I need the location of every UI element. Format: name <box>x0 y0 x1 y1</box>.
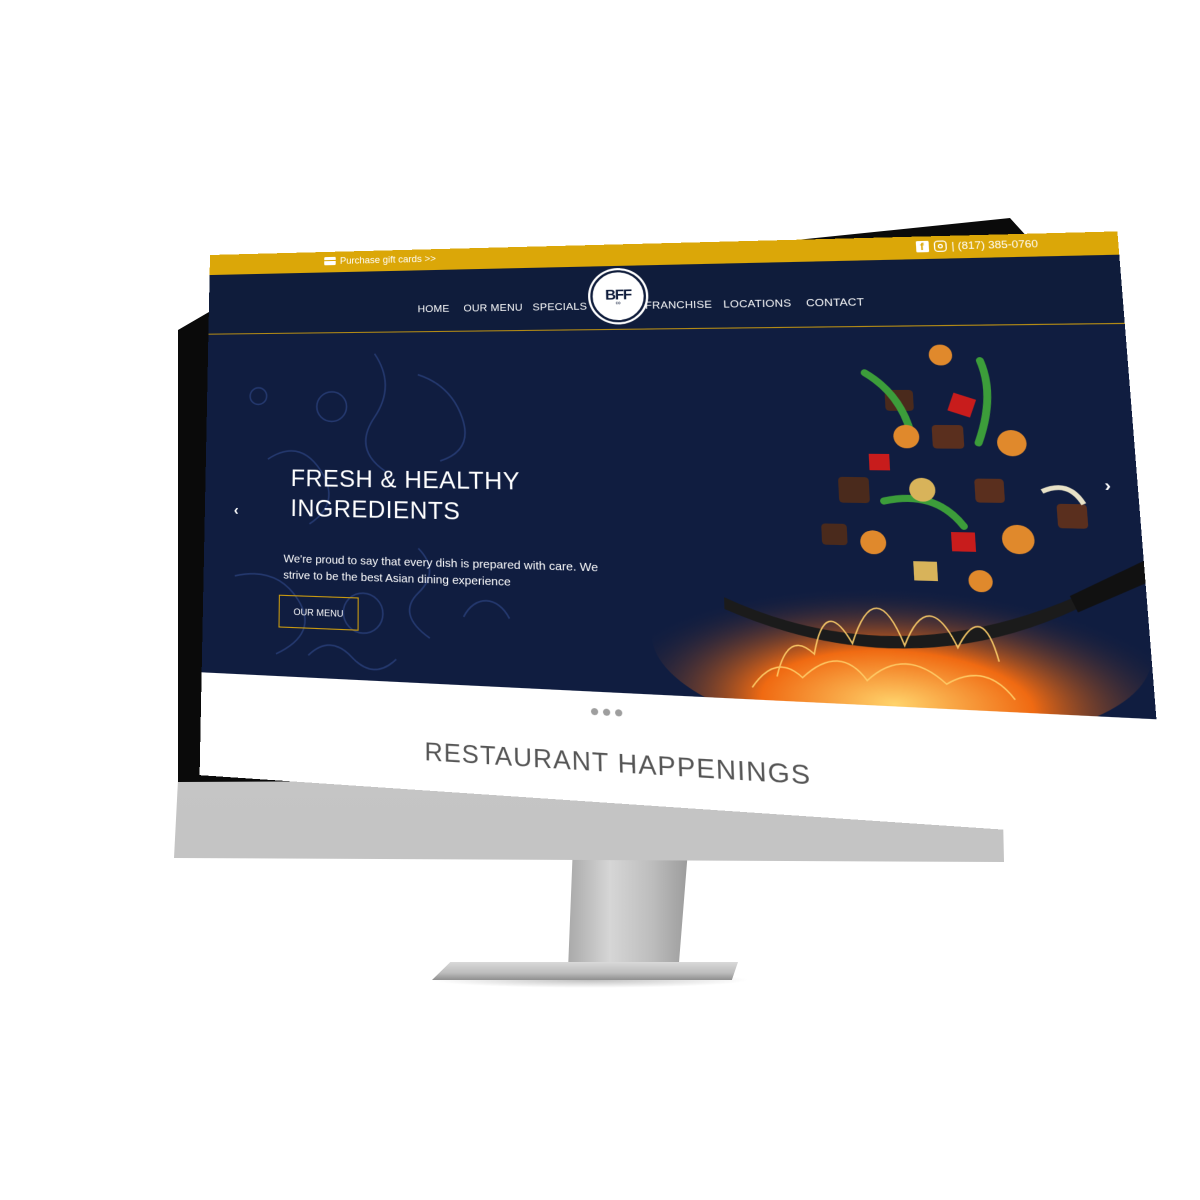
instagram-icon[interactable] <box>933 240 946 252</box>
nav-locations[interactable]: LOCATIONS <box>723 298 792 311</box>
logo-infinity: ∞ <box>616 300 621 307</box>
slider-dot[interactable] <box>603 709 610 716</box>
slider-dot[interactable] <box>615 709 622 716</box>
hero-title-line2: INGREDIENTS <box>290 495 460 525</box>
monitor-scene: Purchase gift cards >> f | (817) 385-076… <box>0 0 1200 1200</box>
bff-logo[interactable]: BFF ∞ <box>590 270 647 323</box>
facebook-icon[interactable]: f <box>915 241 928 253</box>
hero-title: FRESH & HEALTHY INGREDIENTS <box>290 464 580 530</box>
slider-prev-icon[interactable]: ‹ <box>234 501 239 518</box>
nav-franchise[interactable]: FRANCHISE <box>645 299 712 312</box>
slider-dot[interactable] <box>591 708 598 715</box>
section-title: RESTAURANT HAPPENINGS <box>425 737 812 792</box>
nav-home[interactable]: HOME <box>418 303 450 315</box>
wok-food-image <box>574 324 1157 719</box>
phone-number[interactable]: | (817) 385-0760 <box>951 238 1038 252</box>
purchase-gift-cards-link[interactable]: Purchase gift cards >> <box>324 253 436 266</box>
monitor-stand-base <box>432 962 738 980</box>
nav-specials[interactable]: SPECIALS <box>532 301 587 314</box>
social-contact: f | (817) 385-0760 <box>915 238 1038 252</box>
nav-contact[interactable]: CONTACT <box>806 296 865 309</box>
our-menu-button[interactable]: OUR MENU <box>278 595 358 631</box>
hero-slider: FRESH & HEALTHY INGREDIENTS We're proud … <box>202 324 1157 719</box>
card-icon <box>324 257 336 265</box>
gift-cards-label: Purchase gift cards >> <box>340 253 436 266</box>
monitor-stand-neck <box>568 850 688 970</box>
hero-title-line1: FRESH & HEALTHY <box>291 465 521 495</box>
slider-dots <box>591 708 622 717</box>
nav-our-menu[interactable]: OUR MENU <box>463 302 522 315</box>
screen: Purchase gift cards >> f | (817) 385-076… <box>200 231 1167 840</box>
website: Purchase gift cards >> f | (817) 385-076… <box>200 231 1167 840</box>
